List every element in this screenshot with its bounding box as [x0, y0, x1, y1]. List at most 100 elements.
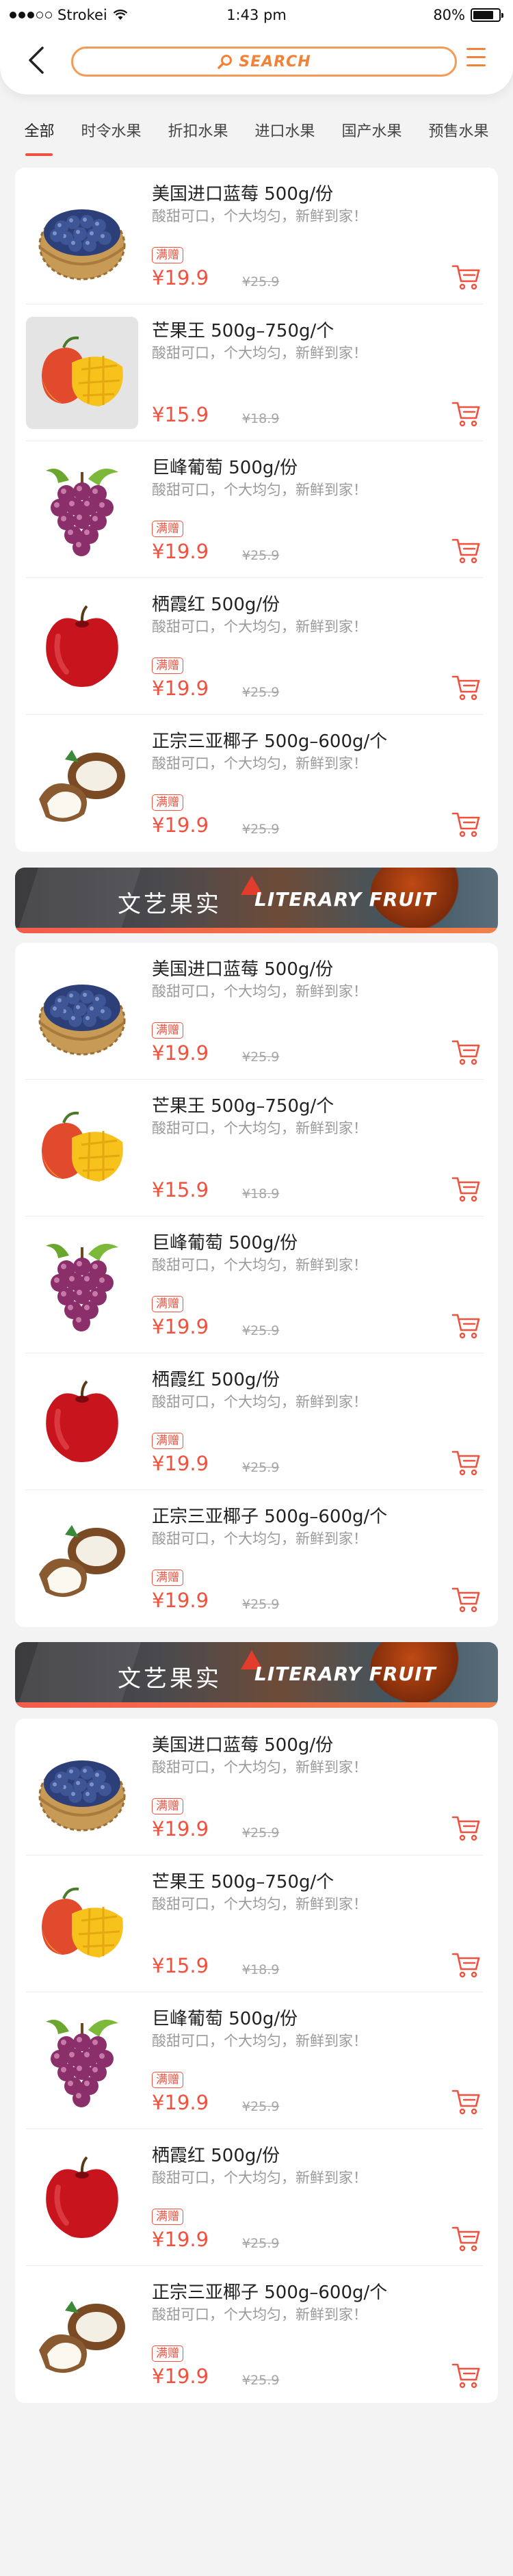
product-title: 芒果王 500g–750g/个 — [152, 321, 334, 341]
product-item[interactable]: 正宗三亚椰子 500g–600g/个 酸甜可口，个大均匀，新鲜到家！ 满赠 ¥1… — [26, 715, 483, 852]
product-description: 酸甜可口，个大均匀，新鲜到家！ — [152, 2033, 367, 2049]
original-price: ¥18.9 — [242, 1186, 280, 1201]
tab-1[interactable]: 时令水果 — [81, 119, 141, 141]
product-title: 栖霞红 500g/份 — [152, 595, 280, 615]
add-to-cart-button[interactable] — [451, 537, 482, 564]
cart-icon — [451, 1587, 482, 1616]
add-to-cart-button[interactable] — [451, 263, 482, 291]
banner-title-cn: 文艺果实 — [118, 891, 222, 918]
add-to-cart-button[interactable] — [451, 1175, 482, 1203]
product-title: 美国进口蓝莓 500g/份 — [152, 959, 334, 980]
cart-icon — [451, 1953, 482, 1981]
product-item[interactable]: 正宗三亚椰子 500g–600g/个 酸甜可口，个大均匀，新鲜到家！ 满赠 ¥1… — [26, 2266, 483, 2403]
promo-tag: 满赠 — [152, 658, 183, 674]
back-button[interactable] — [23, 42, 51, 78]
product-description: 酸甜可口，个大均匀，新鲜到家！ — [152, 1257, 367, 1273]
product-description: 酸甜可口，个大均匀，新鲜到家！ — [152, 208, 367, 224]
product-title: 栖霞红 500g/份 — [152, 1370, 280, 1390]
product-title: 正宗三亚椰子 500g–600g/个 — [152, 731, 388, 752]
mango-image — [26, 1092, 138, 1204]
product-item[interactable]: 美国进口蓝莓 500g/份 酸甜可口，个大均匀，新鲜到家！ 满赠 ¥19.9 ¥… — [26, 943, 483, 1080]
cart-icon — [451, 2226, 482, 2255]
chevron-left-icon — [29, 47, 44, 74]
add-to-cart-button[interactable] — [451, 1449, 482, 1476]
add-to-cart-button[interactable] — [451, 1951, 482, 1979]
product-price: ¥19.9 — [152, 677, 209, 700]
product-price: ¥19.9 — [152, 814, 209, 837]
add-to-cart-button[interactable] — [451, 1814, 482, 1842]
search-icon — [218, 55, 233, 69]
product-item[interactable]: 栖霞红 500g/份 酸甜可口，个大均匀，新鲜到家！ 满赠 ¥19.9 ¥25.… — [26, 578, 483, 715]
add-to-cart-button[interactable] — [451, 1586, 482, 1613]
banner-title-en: LITERARY FRUIT — [254, 1663, 436, 1685]
product-description: 酸甜可口，个大均匀，新鲜到家！ — [152, 482, 367, 498]
apple-image — [26, 2142, 138, 2254]
mango-image — [26, 317, 138, 429]
product-item[interactable]: 正宗三亚椰子 500g–600g/个 酸甜可口，个大均匀，新鲜到家！ 满赠 ¥1… — [26, 1490, 483, 1627]
product-price: ¥19.9 — [152, 1041, 209, 1065]
product-description: 酸甜可口，个大均匀，新鲜到家！ — [152, 1531, 367, 1547]
product-price: ¥19.9 — [152, 2365, 209, 2388]
product-description: 酸甜可口，个大均匀，新鲜到家！ — [152, 1394, 367, 1410]
product-description: 酸甜可口，个大均匀，新鲜到家！ — [152, 755, 367, 772]
tab-3[interactable]: 进口水果 — [254, 119, 315, 141]
product-item[interactable]: 芒果王 500g–750g/个 酸甜可口，个大均匀，新鲜到家！ ¥15.9 ¥1… — [26, 304, 483, 441]
product-item[interactable]: 栖霞红 500g/份 酸甜可口，个大均匀，新鲜到家！ 满赠 ¥19.9 ¥25.… — [26, 1353, 483, 1490]
product-title: 美国进口蓝莓 500g/份 — [152, 1735, 334, 1756]
product-item[interactable]: 芒果王 500g–750g/个 酸甜可口，个大均匀，新鲜到家！ ¥15.9 ¥1… — [26, 1856, 483, 1992]
product-description: 酸甜可口，个大均匀，新鲜到家！ — [152, 983, 367, 1000]
product-item[interactable]: 巨峰葡萄 500g/份 酸甜可口，个大均匀，新鲜到家！ 满赠 ¥19.9 ¥25… — [26, 1217, 483, 1353]
apple-image — [26, 1366, 138, 1478]
product-title: 芒果王 500g–750g/个 — [152, 1872, 334, 1892]
cart-icon — [451, 402, 482, 430]
promo-tag: 满赠 — [152, 247, 183, 263]
add-to-cart-button[interactable] — [451, 2362, 482, 2389]
battery-percent: 80% — [433, 7, 465, 23]
product-item[interactable]: 美国进口蓝莓 500g/份 酸甜可口，个大均匀，新鲜到家！ 满赠 ¥19.9 ¥… — [26, 1719, 483, 1856]
promo-tag: 满赠 — [152, 2072, 183, 2088]
promo-tag: 满赠 — [152, 1296, 183, 1312]
add-to-cart-button[interactable] — [451, 1312, 482, 1340]
banner-title-cn: 文艺果实 — [118, 1665, 222, 1693]
add-to-cart-button[interactable] — [451, 1039, 482, 1066]
cart-icon — [451, 1040, 482, 1069]
cart-icon — [451, 265, 482, 294]
original-price: ¥25.9 — [242, 685, 280, 700]
cart-icon — [451, 2090, 482, 2118]
product-price: ¥15.9 — [152, 403, 209, 426]
product-item[interactable]: 巨峰葡萄 500g/份 酸甜可口，个大均匀，新鲜到家！ 满赠 ¥19.9 ¥25… — [26, 441, 483, 578]
add-to-cart-button[interactable] — [451, 2225, 482, 2252]
add-to-cart-button[interactable] — [451, 674, 482, 701]
product-price: ¥19.9 — [152, 1817, 209, 1840]
product-item[interactable]: 芒果王 500g–750g/个 酸甜可口，个大均匀，新鲜到家！ ¥15.9 ¥1… — [26, 1080, 483, 1217]
original-price: ¥25.9 — [242, 1825, 280, 1840]
product-item[interactable]: 栖霞红 500g/份 酸甜可口，个大均匀，新鲜到家！ 满赠 ¥19.9 ¥25.… — [26, 2129, 483, 2266]
product-price: ¥19.9 — [152, 1589, 209, 1612]
promo-tag: 满赠 — [152, 1433, 183, 1449]
add-to-cart-button[interactable] — [451, 400, 482, 428]
product-price: ¥19.9 — [152, 266, 209, 289]
product-item[interactable]: 巨峰葡萄 500g/份 酸甜可口，个大均匀，新鲜到家！ 满赠 ¥19.9 ¥25… — [26, 1992, 483, 2129]
literary-fruit-banner[interactable]: 文艺果实 LITERARY FRUIT — [15, 868, 498, 933]
original-price: ¥25.9 — [242, 2099, 280, 2114]
tab-4[interactable]: 国产水果 — [341, 119, 402, 141]
promo-tag: 满赠 — [152, 1570, 183, 1586]
product-title: 巨峰葡萄 500g/份 — [152, 1233, 298, 1253]
add-to-cart-button[interactable] — [451, 2088, 482, 2116]
grape-image — [26, 1229, 138, 1341]
product-item[interactable]: 美国进口蓝莓 500g/份 酸甜可口，个大均匀，新鲜到家！ 满赠 ¥19.9 ¥… — [26, 168, 483, 304]
menu-button[interactable] — [466, 48, 488, 71]
search-input[interactable]: SEARCH — [71, 47, 457, 77]
product-section-1: 美国进口蓝莓 500g/份 酸甜可口，个大均匀，新鲜到家！ 满赠 ¥19.9 ¥… — [15, 943, 498, 1627]
literary-fruit-banner[interactable]: 文艺果实 LITERARY FRUIT — [15, 1642, 498, 1708]
product-price: ¥19.9 — [152, 2228, 209, 2251]
tab-5[interactable]: 预售水果 — [428, 119, 488, 141]
tab-0[interactable]: 全部 — [24, 119, 54, 141]
blueberry-image — [26, 1731, 138, 1843]
add-to-cart-button[interactable] — [451, 811, 482, 838]
grape-image — [26, 454, 138, 566]
tab-2[interactable]: 折扣水果 — [168, 119, 228, 141]
original-price: ¥25.9 — [242, 1597, 280, 1612]
product-description: 酸甜可口，个大均匀，新鲜到家！ — [152, 345, 367, 361]
cart-icon — [451, 675, 482, 704]
